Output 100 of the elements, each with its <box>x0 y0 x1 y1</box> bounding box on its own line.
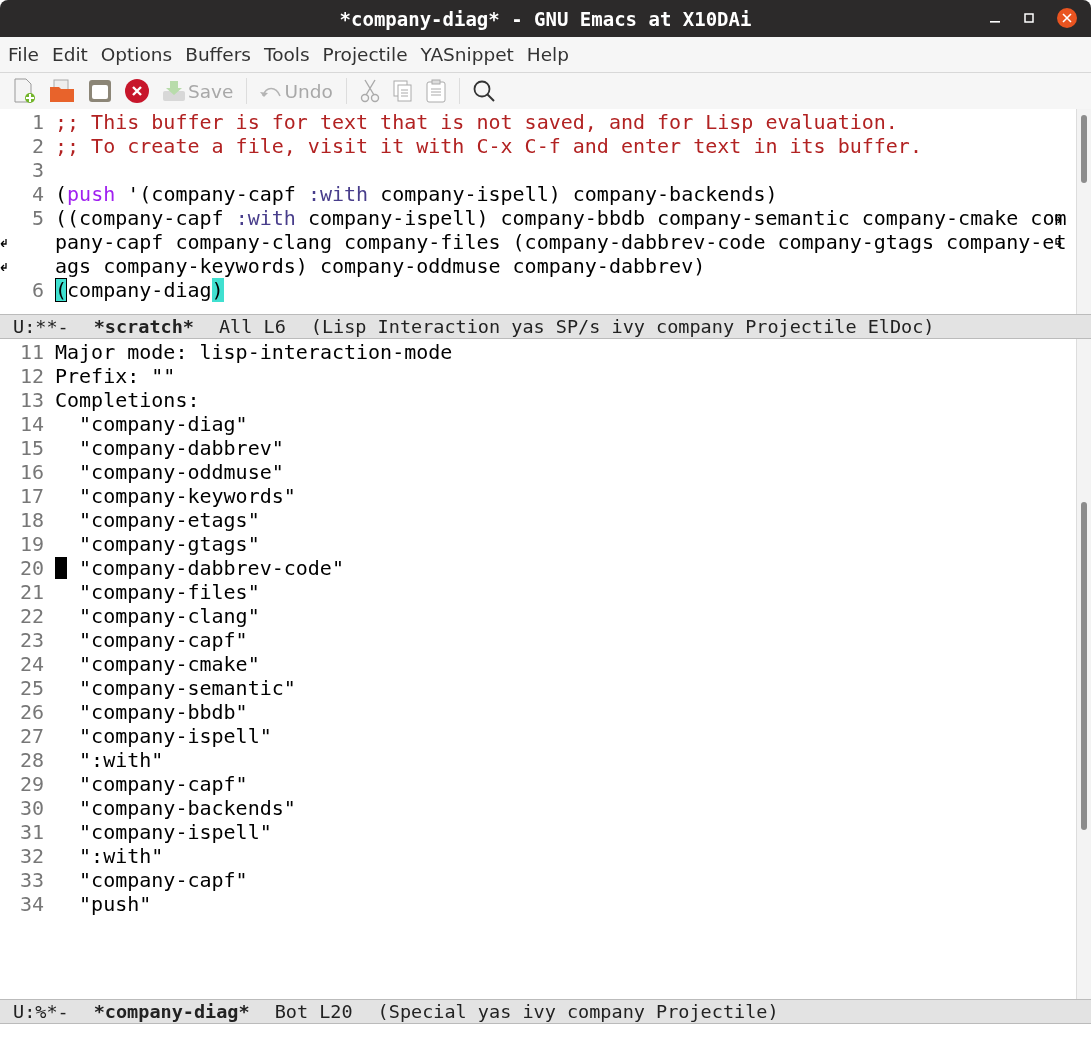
line-number: 11 <box>19 340 44 364</box>
code-text: company-ispell) company-backends) <box>379 182 778 206</box>
window-icon[interactable] <box>88 79 112 103</box>
buffer-text: Prefix: "" <box>55 364 176 388</box>
mode-line-state: U:%*- <box>13 1001 69 1022</box>
line-number: 25 <box>19 676 44 700</box>
line-number: 19 <box>19 532 44 556</box>
line-number: 13 <box>19 388 44 412</box>
folder-icon[interactable] <box>49 79 75 103</box>
line-number: 16 <box>19 460 44 484</box>
line-number: 20 <box>19 556 44 580</box>
line-number: 34 <box>19 892 44 916</box>
buffer-text: "company-diag" <box>78 412 248 436</box>
download-icon <box>162 79 186 103</box>
code-text: ((company-capf <box>55 206 225 230</box>
buffer-text: "company-capf" <box>78 772 248 796</box>
line-number: 31 <box>19 820 44 844</box>
buffer-name: *company-diag* <box>93 1001 250 1022</box>
line-number: 33 <box>19 868 44 892</box>
buffer-text: Completions: <box>55 388 200 412</box>
line-number: 14 <box>19 412 44 436</box>
menu-item[interactable]: Tools <box>264 44 310 65</box>
code-text: '(company-capf <box>126 182 297 206</box>
scrollbar[interactable] <box>1076 339 1091 999</box>
menu-item[interactable]: Options <box>100 44 173 65</box>
code-text: ;; To create a file, visit it with C-x C-f and enter text in its buffer. <box>55 134 922 158</box>
buffer-text: "company-capf" <box>78 868 248 892</box>
buffer-text: "company-cmake" <box>78 652 260 676</box>
line-number: 1 <box>31 110 44 134</box>
line-number: 29 <box>19 772 44 796</box>
line-number: 22 <box>19 604 44 628</box>
mode-line-modes: (Lisp Interaction yas SP/s ivy company Projectile ElDoc) <box>310 316 935 337</box>
buffer-text: "company-clang" <box>78 604 260 628</box>
buffer-text: "company-etags" <box>78 508 260 532</box>
buffer-text: "company-capf" <box>78 628 248 652</box>
line-number: 3 <box>31 158 44 182</box>
menu-item[interactable]: Help <box>526 44 569 65</box>
line-number: 18 <box>19 508 44 532</box>
buffer-text: "company-ispell" <box>78 724 272 748</box>
buffer-text: "company-files" <box>78 580 260 604</box>
continuation-icon <box>0 261 7 271</box>
code-text: :with <box>307 182 369 206</box>
line-number: 26 <box>19 700 44 724</box>
buffer-text: ":with" <box>78 748 164 772</box>
code-text: pany-capf company-clang company-files (company-dabbrev-code company-gtags company-et <box>55 230 1067 254</box>
code-text: ( <box>55 182 68 206</box>
buffer-text: Major mode: lisp-interaction-mode <box>55 340 453 364</box>
buffer-text: "company-dabbrev" <box>78 436 284 460</box>
buffer-text: "company-backends" <box>78 796 296 820</box>
code-text: ;; This buffer is for text that is not saved, and for Lisp evaluation. <box>55 110 898 134</box>
line-number: 24 <box>19 652 44 676</box>
copy-icon[interactable] <box>392 80 413 102</box>
new-file-icon[interactable] <box>12 78 36 104</box>
line-number: 23 <box>19 628 44 652</box>
matching-paren: ) <box>211 278 224 302</box>
line-number: 21 <box>19 580 44 604</box>
continuation-icon <box>0 237 7 247</box>
mode-line-position: Bot L20 <box>274 1001 353 1022</box>
mode-line-position: All L6 <box>218 316 286 337</box>
buffer-text: "company-bbdb" <box>78 700 248 724</box>
mode-line-modes: (Special yas ivy company Projectile) <box>377 1001 779 1022</box>
scissors-icon[interactable] <box>359 79 380 103</box>
line-number: 2 <box>31 134 44 158</box>
code-text: ags company-keywords) company-oddmuse company-dabbrev) <box>55 254 706 278</box>
menu-item[interactable]: Projectile <box>322 44 408 65</box>
window-title: *company-diag* - GNU Emacs at X10DAi <box>339 7 752 30</box>
line-number: 28 <box>19 748 44 772</box>
scrollbar[interactable] <box>1076 109 1091 314</box>
menu-item[interactable]: File <box>8 44 39 65</box>
menu-item[interactable]: Buffers <box>185 44 251 65</box>
menu-item[interactable]: Edit <box>51 44 88 65</box>
menu-item[interactable]: YASnippet <box>420 44 514 65</box>
buffer-text: "company-gtags" <box>78 532 260 556</box>
close-icon[interactable] <box>1057 8 1077 28</box>
search-icon[interactable] <box>472 80 495 102</box>
line-number: 17 <box>19 484 44 508</box>
line-number: 27 <box>19 724 44 748</box>
line-number: 6 <box>31 278 44 302</box>
line-number: 5 <box>31 206 44 230</box>
buffer-name: *scratch* <box>93 316 194 337</box>
mode-line-state: U:**- <box>13 316 69 337</box>
code-text: company-diag <box>67 278 212 302</box>
code-text: company-ispell) company-bbdb company-semantic company-cmake com <box>306 206 1067 230</box>
buffer-text: "company-ispell" <box>78 820 272 844</box>
buffer-text: "company-semantic" <box>78 676 296 700</box>
buffer-text: "company-dabbrev-code" <box>78 556 344 580</box>
buffer-text: "company-oddmuse" <box>78 460 284 484</box>
line-number: 15 <box>19 436 44 460</box>
line-number: 4 <box>31 182 44 206</box>
line-number: 32 <box>19 844 44 868</box>
line-number: 30 <box>19 796 44 820</box>
code-text: :with <box>235 206 296 230</box>
paste-icon[interactable] <box>425 79 446 103</box>
buffer-text: ":with" <box>78 844 164 868</box>
maximize-icon[interactable] <box>1023 12 1035 24</box>
cursor: ( <box>55 278 68 302</box>
line-number: 12 <box>19 364 44 388</box>
cancel-icon[interactable] <box>125 79 149 103</box>
buffer-text: "push" <box>78 892 152 916</box>
buffer-text: "company-keywords" <box>78 484 296 508</box>
